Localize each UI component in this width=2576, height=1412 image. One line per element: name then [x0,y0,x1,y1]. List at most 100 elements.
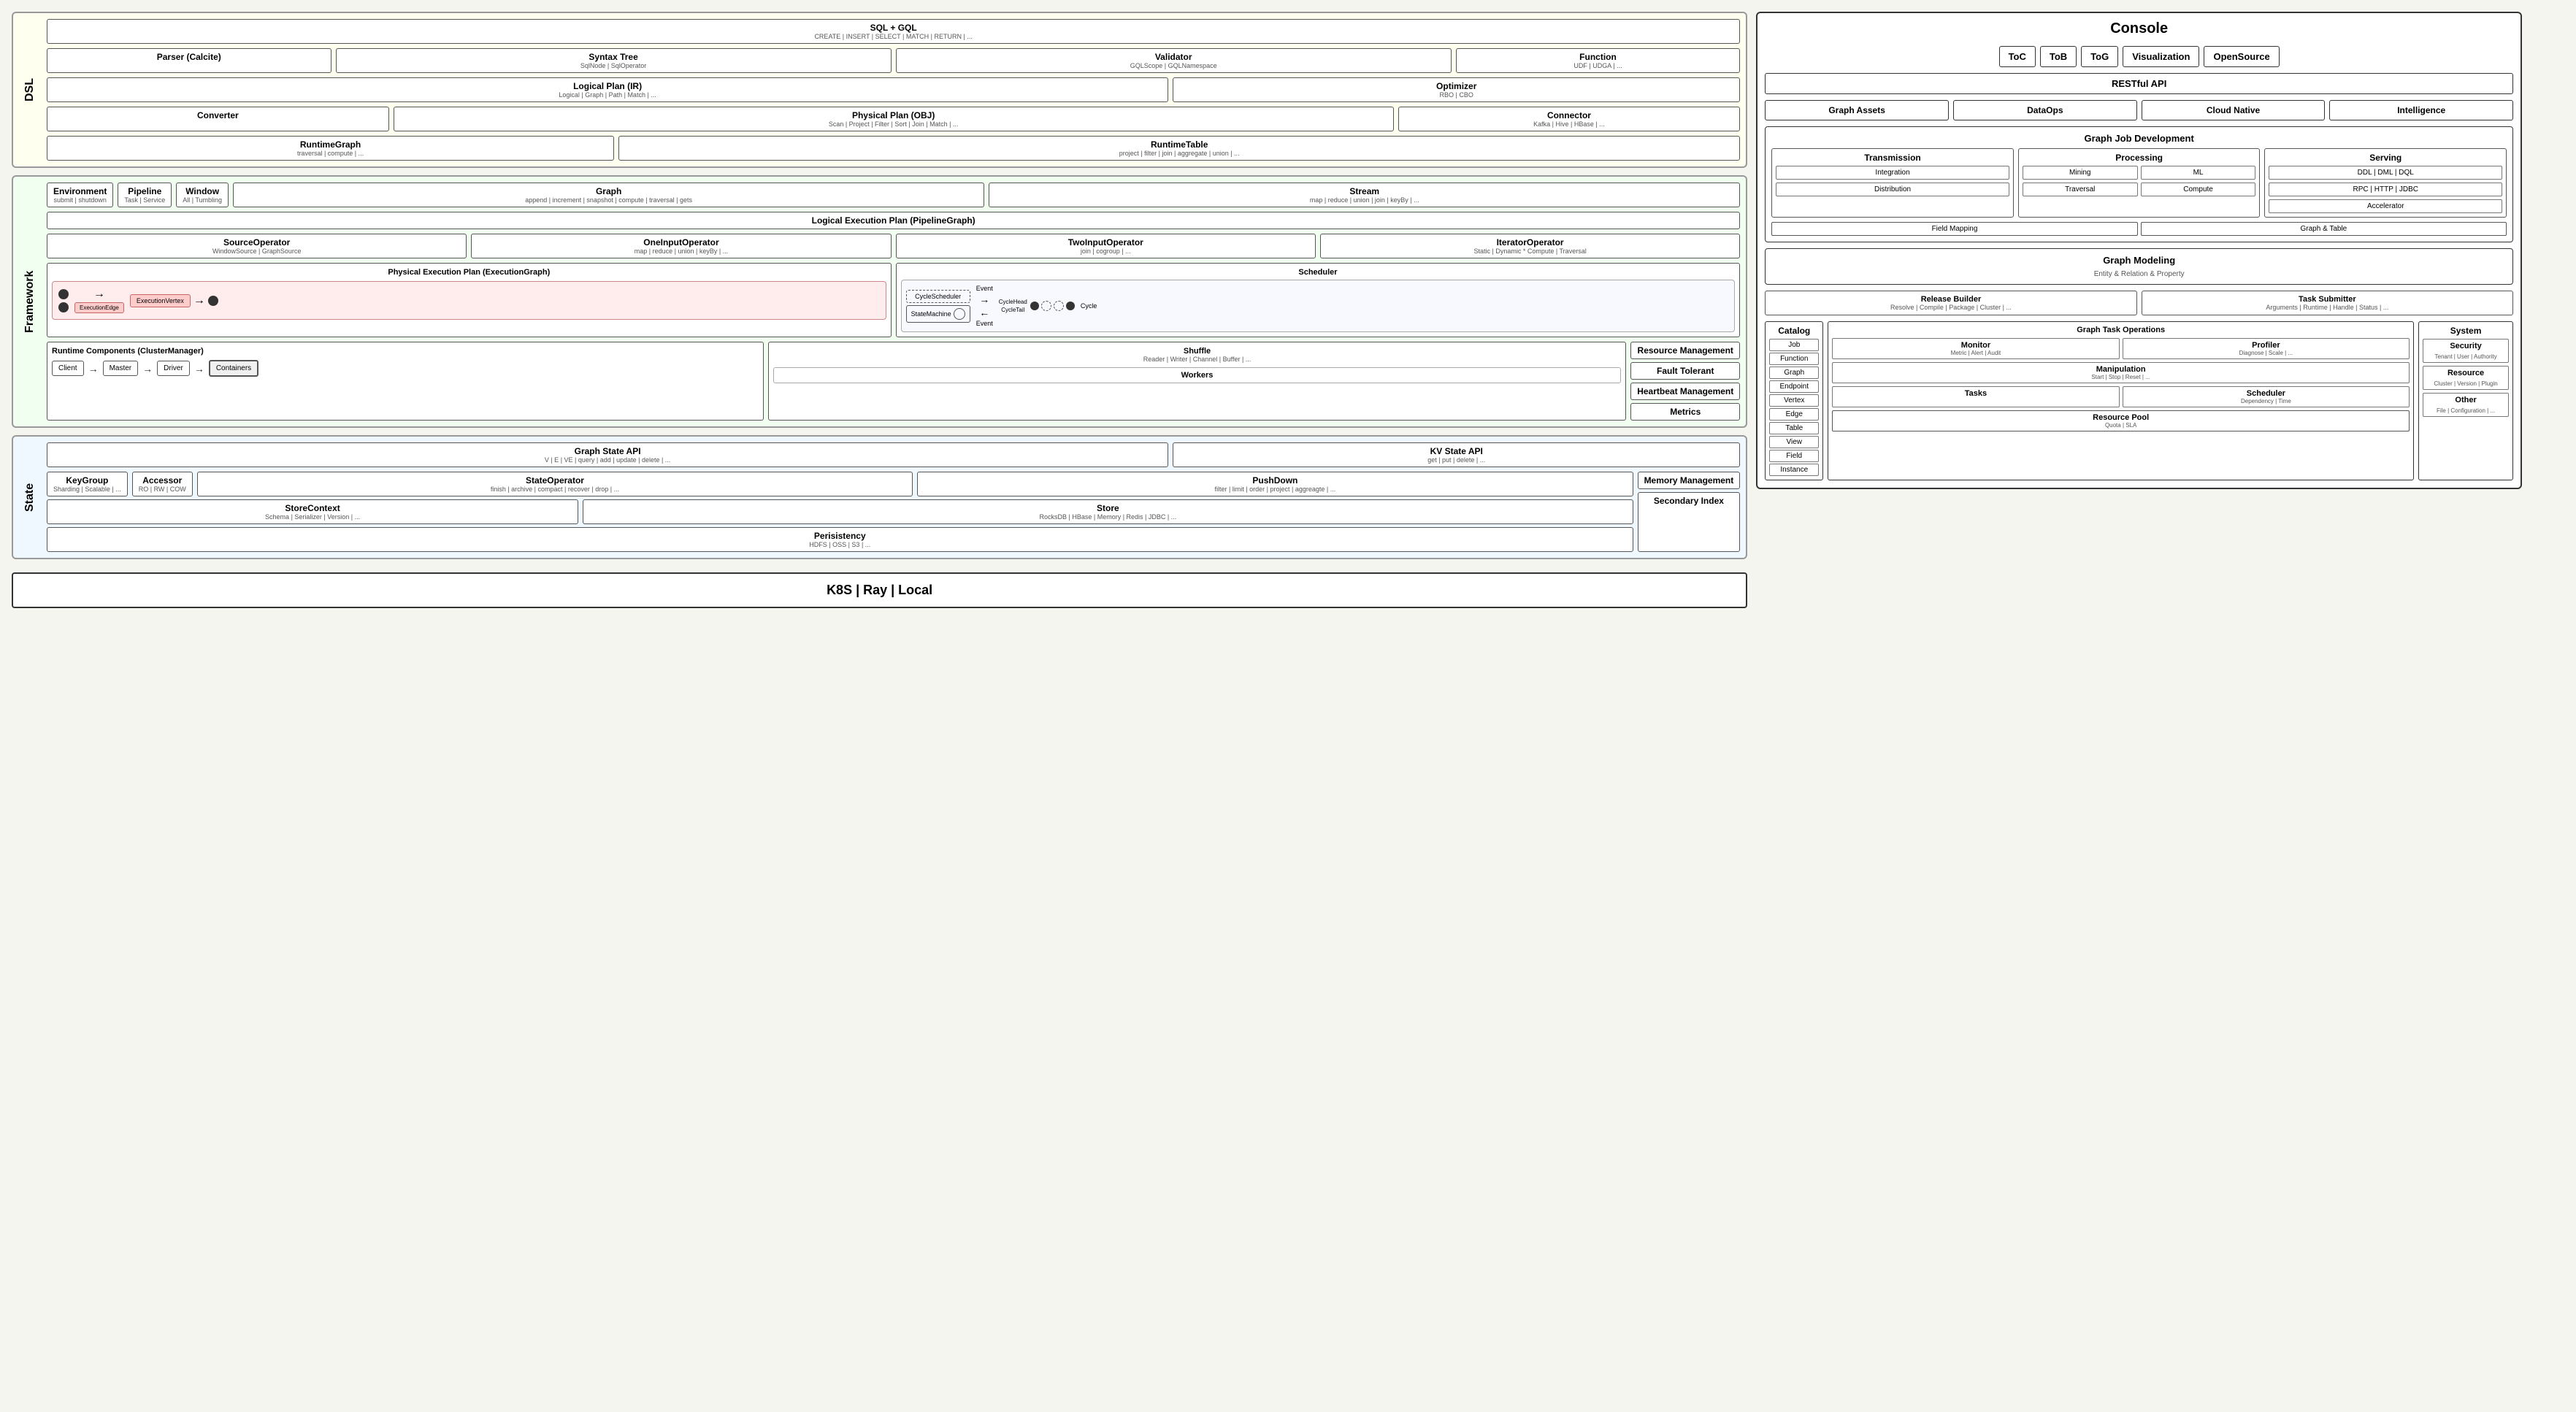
exec-arrows: → ExecutionEdge [74,288,124,313]
tasks-cell: Tasks [1832,386,2119,407]
graph-table-cell: Graph & Table [2141,222,2507,236]
shuffle-title: Shuffle [773,347,1621,356]
profiler-cell: Profiler Diagnose | Scale | ... [2123,338,2410,359]
exec-arrow: → [93,288,105,301]
catalog-job[interactable]: Job [1769,339,1819,351]
state-row2: KeyGroup Sharding | Scalable | ... Acces… [47,472,1740,552]
function-sub: UDF | UDGA | ... [1463,62,1734,69]
mining-ml-row: Mining ML [2023,166,2256,180]
graph-job-cols: Transmission Integration Distribution Pr… [1771,148,2507,218]
function-cell: Function UDF | UDGA | ... [1456,48,1741,73]
state-section: State Graph State API V | E | VE | query… [12,435,1747,559]
bottom-console: Catalog Job Function Graph Endpoint Vert… [1765,321,2513,480]
metrics-cell: Metrics [1630,403,1740,421]
arrow3: → [194,363,204,375]
release-builder-sub: Resolve | Compile | Package | Cluster | … [1769,304,2132,311]
dsl-content: SQL + GQL CREATE | INSERT | SELECT | MAT… [47,19,1740,161]
catalog-table[interactable]: Table [1769,422,1819,434]
dsl-row3: Logical Plan (IR) Logical | Graph | Path… [47,77,1740,102]
window-cell: Window All | Tumbling [176,183,229,207]
trav-compute-row: Traversal Compute [2023,183,2256,196]
shuffle-cell: Shuffle Reader | Writer | Channel | Buff… [768,342,1626,421]
store-context-cell: StoreContext Schema | Serializer | Versi… [47,499,578,524]
integration-cell: Integration [1776,166,2009,180]
catalog-graph[interactable]: Graph [1769,367,1819,379]
traversal-cell: Traversal [2023,183,2138,196]
cloud-native-btn[interactable]: Cloud Native [2142,100,2326,120]
syntax-tree-cell: Syntax Tree SqlNode | SqlOperator [336,48,892,73]
framework-label: Framework [19,183,41,421]
catalog-function[interactable]: Function [1769,353,1819,365]
optimizer-title: Optimizer [1179,81,1733,91]
validator-title: Validator [902,52,1445,62]
runtime-graph-cell: RuntimeGraph traversal | compute | ... [47,136,614,161]
sched-left: CycleScheduler StateMachine [906,290,970,323]
transmission-title: Transmission [1776,153,2009,163]
accelerator-cell: Accelerator [2269,199,2502,213]
cycle-scheduler-box: CycleScheduler [906,290,970,303]
containers-box: Containers [209,360,258,377]
graph-modeling-section: Graph Modeling Entity & Relation & Prope… [1765,248,2513,285]
visualization-button[interactable]: Visualization [2123,46,2199,67]
catalog-vertex[interactable]: Vertex [1769,394,1819,407]
environment-cell: Environment submit | shutdown [47,183,113,207]
graph-assets-btn[interactable]: Graph Assets [1765,100,1949,120]
converter-title: Converter [53,110,383,120]
catalog-view[interactable]: View [1769,436,1819,448]
state-label: State [19,442,41,552]
syntax-tree-sub: SqlNode | SqlOperator [342,62,885,69]
console-btn-row: ToC ToB ToG Visualization OpenSource [1765,46,2513,67]
sched-circle [954,308,965,320]
tog-button[interactable]: ToG [2081,46,2118,67]
persistency-cell: Perisistency HDFS | OSS | S3 | ... [47,527,1633,552]
cycle-label: Cycle [1081,302,1097,310]
rpc-cell: RPC | HTTP | JDBC [2269,183,2502,196]
opensource-button[interactable]: OpenSource [2204,46,2279,67]
cycle-head-tail: CycleHead CycleTail [999,299,1027,313]
iterator-op-cell: IteratorOperator Static | Dynamic * Comp… [1320,234,1740,258]
validator-cell: Validator GQLScope | GQLNamespace [896,48,1452,73]
catalog-field[interactable]: Field [1769,450,1819,462]
cycle-nodes [1030,301,1075,311]
ml-cell: ML [2141,166,2256,180]
logical-plan-sub: Logical | Graph | Path | Match | ... [53,91,1162,99]
tob-button[interactable]: ToB [2040,46,2077,67]
physical-plan-cell: Physical Plan (OBJ) Scan | Project | Fil… [394,107,1394,131]
toc-button[interactable]: ToC [1999,46,2036,67]
catalog-endpoint[interactable]: Endpoint [1769,380,1819,393]
sql-gql-sub: CREATE | INSERT | SELECT | MATCH | RETUR… [53,33,1733,40]
dataops-btn[interactable]: DataOps [1953,100,2137,120]
exec-vertex-box: ExecutionVertex [130,294,191,307]
security-item: Security Tenant | User | Authority [2423,339,2509,363]
sql-gql-title: SQL + GQL [53,23,1733,33]
connector-cell: Connector Kafka | Hive | HBase | ... [1398,107,1741,131]
keygroup-cell: KeyGroup Sharding | Scalable | ... [47,472,128,496]
resource-pool-cell: Resource Pool Quota | SLA [1832,410,2410,431]
state-content: Graph State API V | E | VE | query | add… [47,442,1740,552]
catalog-edge[interactable]: Edge [1769,408,1819,421]
task-submitter-sub: Arguments | Runtime | Handle | Status | … [2146,304,2509,311]
dsl-section: DSL SQL + GQL CREATE | INSERT | SELECT |… [12,12,1747,168]
release-builder-item: Release Builder Resolve | Compile | Pack… [1765,291,2136,315]
optimizer-sub: RBO | CBO [1179,91,1733,99]
restful-api-bar: RESTful API [1765,73,2513,94]
cycle-node3 [1054,301,1064,311]
graph-modeling-sub: Entity & Relation & Property [1771,270,2507,278]
physical-plan-sub: Scan | Project | Filter | Sort | Join | … [400,120,1387,128]
scheduler-inner: CycleScheduler StateMachine Event → [901,280,1736,332]
bottom-bar: K8S | Ray | Local [12,572,1747,608]
arrow2: → [142,363,153,375]
state-operator-cell: StateOperator finish | archive | compact… [197,472,913,496]
framework-content: Environment submit | shutdown Pipeline T… [47,183,1740,421]
task-ops-col: Graph Task Operations Monitor Metric | A… [1828,321,2414,480]
catalog-instance[interactable]: Instance [1769,464,1819,476]
transmission-col: Transmission Integration Distribution [1771,148,2014,218]
dsl-row5: RuntimeGraph traversal | compute | ... R… [47,136,1740,161]
graph-task-ops-title: Graph Task Operations [1832,326,2410,334]
source-op-cell: SourceOperator WindowSource | GraphSourc… [47,234,467,258]
intelligence-btn[interactable]: Intelligence [2329,100,2513,120]
scheduler-title: Scheduler [901,268,1736,277]
pipeline-cell: Pipeline Task | Service [118,183,172,207]
runtime-components: Runtime Components (ClusterManager) Clie… [47,342,764,421]
exec-right: ExecutionVertex → [130,294,218,307]
